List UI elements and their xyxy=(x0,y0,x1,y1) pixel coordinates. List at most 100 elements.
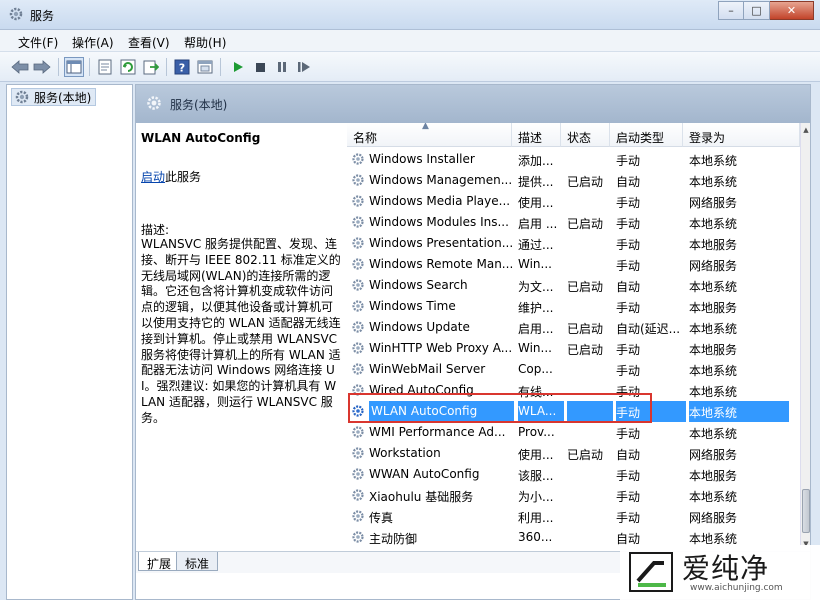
table-row[interactable]: Windows Remote Man... Win... 手动 网络服务 xyxy=(347,254,800,275)
description-text: WLANSVC 服务提供配置、发现、连接、断开与 IEEE 802.11 标准定… xyxy=(141,237,341,425)
tab-extended[interactable]: 扩展 xyxy=(138,552,181,571)
table-row[interactable]: Windows Update 启用... 已启动 自动(延迟... 本地系统 xyxy=(347,317,800,338)
cell-logon: 本地系统 xyxy=(689,364,738,378)
menu-view[interactable]: 查看(V) xyxy=(128,34,170,51)
table-row[interactable]: WinWebMail Server Cop... 手动 本地系统 xyxy=(347,359,800,380)
cell-status: 已启动 xyxy=(567,448,604,462)
tree-item-services-local[interactable]: 服务(本地) xyxy=(11,88,97,106)
cell-startup: 自动 xyxy=(616,448,641,462)
refresh-icon[interactable] xyxy=(118,57,138,77)
column-header-logon-as[interactable]: 登录为 xyxy=(683,123,800,147)
pane-title: 服务(本地) xyxy=(170,98,228,112)
properties-icon[interactable] xyxy=(95,57,115,77)
menu-help[interactable]: 帮助(H) xyxy=(184,34,226,51)
cell-logon: 本地系统 xyxy=(689,385,738,399)
table-row[interactable]: Workstation 使用... 已启动 自动 网络服务 xyxy=(347,443,800,464)
menu-file[interactable]: 文件(F) xyxy=(18,34,58,51)
watermark-url: www.aichunjing.com xyxy=(690,583,783,593)
table-row[interactable]: Windows Installer 添加... 手动 本地系统 xyxy=(347,149,800,170)
table-row[interactable]: WLAN AutoConfig WLA... 手动 本地系统 xyxy=(347,401,800,422)
cell-status xyxy=(567,254,613,275)
cell-startup: 手动 xyxy=(616,259,641,273)
forward-icon[interactable] xyxy=(32,57,52,77)
column-header-status[interactable]: 状态 xyxy=(561,123,610,147)
cell-name: WinHTTP Web Proxy A... xyxy=(369,341,513,355)
table-row[interactable]: WMI Performance Ad... Prov... 手动 本地系统 xyxy=(347,422,800,443)
cell-desc: 使用... xyxy=(518,448,554,462)
cell-status: 已启动 xyxy=(567,322,604,336)
cell-name: 传真 xyxy=(369,511,394,525)
table-row[interactable]: Xiaohulu 基础服务 为小... 手动 本地系统 xyxy=(347,485,800,506)
console-tree-icon[interactable] xyxy=(64,57,84,77)
gear-icon xyxy=(15,90,29,104)
table-row[interactable]: Windows Modules Ins... 启用 ... 已启动 手动 本地系统 xyxy=(347,212,800,233)
close-button[interactable]: ✕ xyxy=(770,1,814,20)
vertical-scrollbar[interactable]: ▲ ▼ xyxy=(800,123,810,551)
table-row[interactable]: WinHTTP Web Proxy A... Win... 已启动 手动 本地服务 xyxy=(347,338,800,359)
cell-startup: 手动 xyxy=(616,511,641,525)
export-icon[interactable] xyxy=(141,57,161,77)
cell-desc: 为文... xyxy=(518,280,554,294)
stop-icon[interactable] xyxy=(250,57,270,77)
pause-icon[interactable] xyxy=(272,57,292,77)
table-row[interactable]: WWAN AutoConfig 该服... 手动 本地服务 xyxy=(347,464,800,485)
cell-name: Windows Search xyxy=(369,278,468,292)
scroll-up-icon[interactable]: ▲ xyxy=(801,123,811,137)
cell-desc: 维护... xyxy=(518,301,554,315)
gear-icon xyxy=(352,258,364,270)
scroll-thumb[interactable] xyxy=(802,489,810,533)
cell-status: 已启动 xyxy=(567,175,604,189)
gear-icon xyxy=(352,447,364,459)
cell-status xyxy=(567,422,613,443)
start-service-link[interactable]: 启动 xyxy=(141,170,165,184)
gear-icon xyxy=(352,195,364,207)
help-icon[interactable]: ? xyxy=(172,57,192,77)
cell-logon: 本地服务 xyxy=(689,469,738,483)
tab-standard[interactable]: 标准 xyxy=(176,552,219,571)
table-row[interactable]: Windows Media Playe... 使用... 手动 网络服务 xyxy=(347,191,800,212)
cell-status: 已启动 xyxy=(567,343,604,357)
gear-icon xyxy=(352,279,364,291)
cell-desc: 启用 ... xyxy=(518,217,558,231)
cell-status xyxy=(567,527,613,548)
cell-status xyxy=(567,506,613,527)
table-row[interactable]: 传真 利用... 手动 网络服务 xyxy=(347,506,800,527)
cell-desc: 通过... xyxy=(518,238,554,252)
cell-desc: 为小... xyxy=(518,490,554,504)
cell-startup: 手动 xyxy=(616,469,641,483)
column-header-startup-type[interactable]: 启动类型 xyxy=(610,123,683,147)
sort-arrow-icon: ▲ xyxy=(422,123,429,131)
back-icon[interactable] xyxy=(10,57,30,77)
play-icon[interactable] xyxy=(228,57,248,77)
menu-bar: 文件(F) 操作(A) 查看(V) 帮助(H) xyxy=(0,30,820,52)
cell-name: 主动防御 xyxy=(369,532,418,546)
table-row[interactable]: Wired AutoConfig 有线... 手动 本地系统 xyxy=(347,380,800,401)
maximize-button[interactable]: □ xyxy=(744,1,770,20)
cell-desc: Win... xyxy=(518,257,552,271)
minimize-button[interactable]: – xyxy=(718,1,744,20)
logo-icon xyxy=(629,552,673,592)
cell-desc: 提供... xyxy=(518,175,554,189)
cell-logon: 网络服务 xyxy=(689,196,738,210)
gear-icon xyxy=(352,321,364,333)
cell-status: 已启动 xyxy=(567,217,604,231)
description-pane: WLAN AutoConfig 启动此服务 描述: WLANSVC 服务提供配置… xyxy=(136,123,346,551)
cell-desc: 启用... xyxy=(518,322,554,336)
restart-icon[interactable] xyxy=(294,57,314,77)
table-row[interactable]: Windows Presentation... 通过... 手动 本地服务 xyxy=(347,233,800,254)
menu-action[interactable]: 操作(A) xyxy=(72,34,114,51)
table-row[interactable]: Windows Time 维护... 手动 本地服务 xyxy=(347,296,800,317)
table-row[interactable]: Windows Managemen... 提供... 已启动 自动 本地系统 xyxy=(347,170,800,191)
cell-startup: 手动 xyxy=(616,154,641,168)
column-header-description[interactable]: 描述 xyxy=(512,123,561,147)
cell-name: WMI Performance Ad... xyxy=(369,425,506,439)
table-row[interactable]: Windows Search 为文... 已启动 自动 本地系统 xyxy=(347,275,800,296)
cell-logon: 网络服务 xyxy=(689,448,738,462)
service-name: WLAN AutoConfig xyxy=(141,131,261,145)
view-icon[interactable] xyxy=(195,57,215,77)
column-header-name[interactable]: ▲ 名称 xyxy=(347,123,512,147)
cell-startup: 手动 xyxy=(616,238,641,252)
cell-name: WWAN AutoConfig xyxy=(369,467,480,481)
toolbar-separator xyxy=(58,58,59,76)
cell-name: Windows Managemen... xyxy=(369,173,513,187)
